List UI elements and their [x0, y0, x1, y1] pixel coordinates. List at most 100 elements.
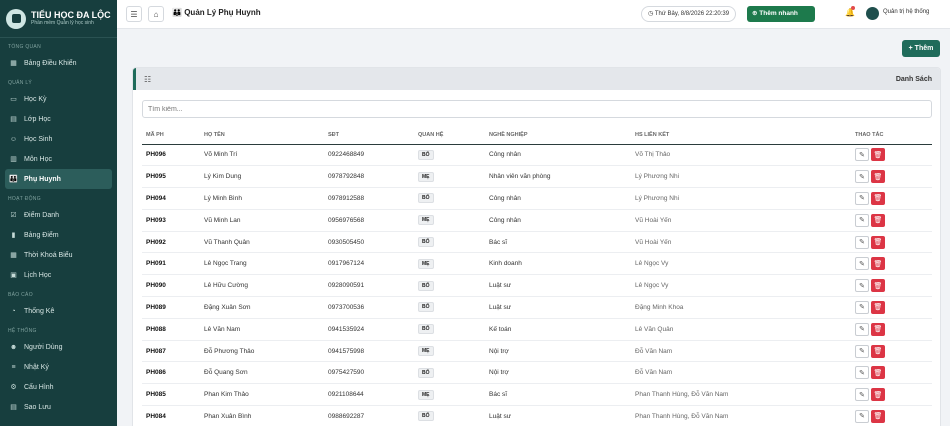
- table-cell: Nội trợ: [485, 340, 631, 363]
- delete-button[interactable]: 🗑: [871, 322, 885, 336]
- sidebar-item[interactable]: ▥ Môn Học: [5, 149, 112, 169]
- table-row[interactable]: PH086 Đỗ Quang Sơn 0975427590 BỐ Nội trợ Đỗ V…: [142, 361, 932, 385]
- search-input[interactable]: [142, 100, 932, 118]
- table-cell: Luật sư: [485, 296, 631, 319]
- actions-cell: ✎ 🗑: [851, 165, 932, 189]
- table-cell: 0928090591: [324, 274, 414, 298]
- sidebar-item[interactable]: ☑ Điểm Danh: [5, 205, 112, 225]
- delete-button[interactable]: 🗑: [871, 344, 885, 358]
- table-row[interactable]: PH088 Lê Văn Nam 0941535924 BỐ Kế toán Lê Văn…: [142, 318, 932, 341]
- trash-icon: 🗑: [873, 151, 883, 159]
- quick-add-label: Thêm nhanh: [759, 10, 798, 17]
- delete-button[interactable]: 🗑: [871, 170, 885, 184]
- pencil-icon: ✎: [859, 217, 865, 225]
- trash-icon: 🗑: [873, 413, 883, 421]
- table-cell: Công nhân: [485, 187, 631, 210]
- table-cell: PH092: [142, 231, 200, 254]
- edit-button[interactable]: ✎: [855, 148, 869, 162]
- relation-badge: BỐ: [418, 367, 434, 378]
- relation-badge: BỐ: [418, 411, 434, 422]
- table-row[interactable]: PH085 Phan Kim Thảo 0921108644 MẸ Bác sĩ Phan…: [142, 383, 932, 407]
- card-header: ☷ Danh Sách: [133, 68, 940, 90]
- avatar[interactable]: [866, 7, 879, 20]
- pencil-icon: ✎: [859, 326, 865, 334]
- table-cell: Lê Văn Quân: [631, 318, 851, 341]
- edit-button[interactable]: ✎: [855, 257, 869, 271]
- sidebar-item[interactable]: ≡ Nhật Ký: [5, 357, 112, 377]
- delete-button[interactable]: 🗑: [871, 191, 885, 205]
- table-row[interactable]: PH087 Đỗ Phương Thảo 0941575998 MẸ Nội trợ Đỗ…: [142, 340, 932, 363]
- edit-button[interactable]: ✎: [855, 366, 869, 380]
- sidebar-item[interactable]: ▣ Lịch Học: [5, 265, 112, 285]
- home-button[interactable]: ⌂: [148, 6, 164, 22]
- table-cell: Nhân viên văn phòng: [485, 165, 631, 189]
- add-button[interactable]: + Thêm: [902, 40, 940, 57]
- sidebar-item[interactable]: ▮ Bảng Điểm: [5, 225, 112, 245]
- table-cell: Lê Ngọc Vy: [631, 252, 851, 276]
- admin-label[interactable]: Quản trị hệ thống: [883, 9, 929, 15]
- delete-button[interactable]: 🗑: [871, 300, 885, 314]
- sidebar-item[interactable]: 👪 Phụ Huynh: [5, 169, 112, 189]
- table-row[interactable]: PH093 Vũ Minh Lan 0956976568 MẸ Công nhân Vũ …: [142, 209, 932, 232]
- table-row[interactable]: PH095 Lý Kim Dung 0978792848 MẸ Nhân viên vă…: [142, 165, 932, 189]
- sidebar-item-label: Người Dùng: [24, 343, 63, 351]
- edit-button[interactable]: ✎: [855, 279, 869, 293]
- sidebar-item[interactable]: ◔ Thống Kê: [5, 301, 112, 321]
- card-title: Danh Sách: [895, 75, 932, 83]
- menu-toggle-button[interactable]: ☰: [126, 6, 142, 22]
- table-cell: Lý Kim Dung: [200, 165, 324, 189]
- sidebar-item[interactable]: ▦ Thời Khoá Biểu: [5, 245, 112, 265]
- sidebar-item[interactable]: ☻ Người Dùng: [5, 337, 112, 357]
- parents-icon: 👪: [172, 8, 182, 17]
- sidebar-item[interactable]: ☺ Học Sinh: [5, 129, 112, 149]
- relation-badge: MẸ: [418, 389, 434, 400]
- delete-button[interactable]: 🗑: [871, 388, 885, 402]
- sidebar-item[interactable]: ⚙ Cấu Hình: [5, 377, 112, 397]
- sidebar-section-label: TỔNG QUAN: [8, 44, 41, 50]
- edit-button[interactable]: ✎: [855, 235, 869, 249]
- pencil-icon: ✎: [859, 195, 865, 203]
- table-row[interactable]: PH090 Lê Hữu Cường 0928090591 BỐ Luật sư Lê N…: [142, 274, 932, 298]
- pencil-icon: ✎: [859, 413, 865, 421]
- column-header: MÃ PH: [142, 126, 200, 145]
- edit-button[interactable]: ✎: [855, 170, 869, 184]
- users-icon: ☻: [9, 343, 18, 351]
- relation-badge: MẸ: [418, 215, 434, 226]
- sidebar-item[interactable]: ▦ Bảng Điều Khiển: [5, 53, 112, 73]
- relation-badge: MẸ: [418, 171, 434, 182]
- table-row[interactable]: PH091 Lê Ngọc Trang 0917967124 MẸ Kinh doanh…: [142, 252, 932, 276]
- pencil-icon: ✎: [859, 260, 865, 268]
- sidebar-item[interactable]: ▭ Học Kỳ: [5, 89, 112, 109]
- sidebar-item[interactable]: ▤ Lớp Học: [5, 109, 112, 129]
- edit-button[interactable]: ✎: [855, 344, 869, 358]
- sidebar-item[interactable]: ▤ Sao Lưu: [5, 397, 112, 417]
- edit-button[interactable]: ✎: [855, 388, 869, 402]
- table-row[interactable]: PH092 Vũ Thanh Quân 0930505450 BỐ Bác sĩ Vũ H…: [142, 231, 932, 254]
- edit-button[interactable]: ✎: [855, 213, 869, 227]
- dashboard-icon: ▦: [10, 60, 17, 67]
- delete-button[interactable]: 🗑: [871, 148, 885, 162]
- pencil-icon: ✎: [859, 173, 865, 181]
- checklist-icon: ☑: [10, 212, 17, 219]
- edit-button[interactable]: ✎: [855, 409, 869, 423]
- edit-button[interactable]: ✎: [855, 300, 869, 314]
- brand[interactable]: TIỂU HỌC ĐA LỘC Phần mềm Quản lý học sin…: [0, 0, 117, 38]
- table-row[interactable]: PH094 Lý Minh Bình 0978912588 BỐ Công nhân Lý…: [142, 187, 932, 210]
- delete-button[interactable]: 🗑: [871, 257, 885, 271]
- delete-button[interactable]: 🗑: [871, 366, 885, 380]
- delete-button[interactable]: 🗑: [871, 213, 885, 227]
- table-row[interactable]: PH089 Đặng Xuân Sơn 0973700536 BỐ Luật sư Đặn…: [142, 296, 932, 319]
- table-cell: Kế toán: [485, 318, 631, 341]
- sidebar-section-label: QUẢN LÝ: [8, 80, 33, 86]
- delete-button[interactable]: 🗑: [871, 279, 885, 293]
- clock-icon: ◷: [648, 11, 654, 17]
- table-row[interactable]: PH096 Võ Minh Trí 0922468849 BỐ Công nhân Võ …: [142, 144, 932, 167]
- delete-button[interactable]: 🗑: [871, 409, 885, 423]
- edit-button[interactable]: ✎: [855, 322, 869, 336]
- delete-button[interactable]: 🗑: [871, 235, 885, 249]
- hamburger-icon: ☰: [130, 9, 138, 19]
- table-header-row: MÃ PH HỌ TÊN SĐT QUAN HỆ NGHỀ NGHIỆP HS LIÊN …: [142, 126, 932, 145]
- table-row[interactable]: PH084 Phan Xuân Bình 0988692287 BỐ Luật sư Ph…: [142, 405, 932, 426]
- edit-button[interactable]: ✎: [855, 191, 869, 205]
- quick-add-button[interactable]: ⊕ Thêm nhanh: [747, 6, 815, 22]
